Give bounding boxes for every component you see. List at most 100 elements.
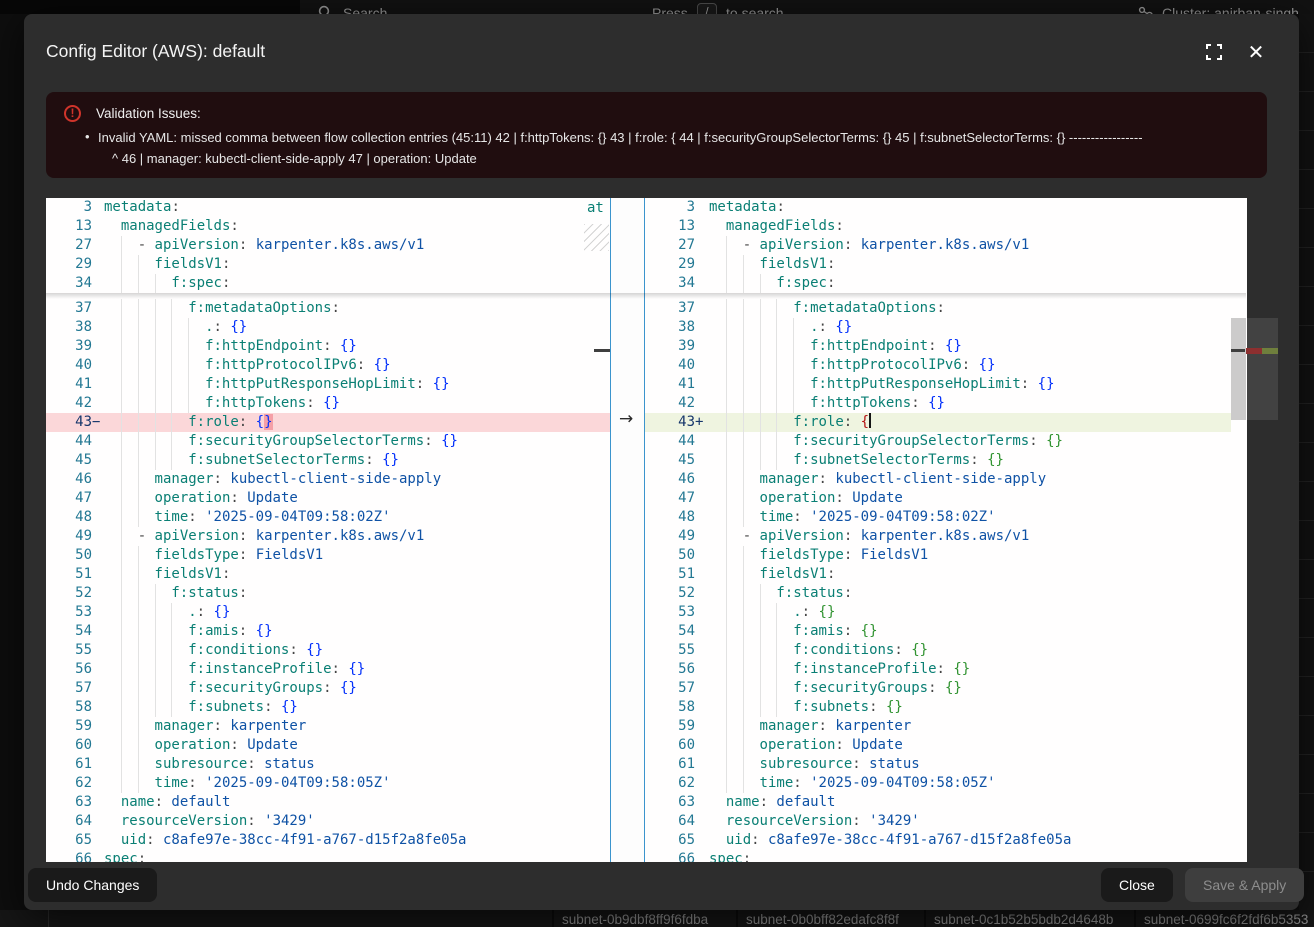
code-line-39[interactable]: 39f:httpEndpoint: {} xyxy=(46,337,610,356)
revert-arrow-icon[interactable]: → xyxy=(619,409,633,429)
code-line-62[interactable]: 62time: '2025-09-04T09:58:05Z' xyxy=(645,774,1231,793)
code-line-54[interactable]: 54f:amis: {} xyxy=(645,622,1231,641)
editor-scrollbar-slider[interactable] xyxy=(1231,318,1246,420)
code-line-63[interactable]: 63name: default xyxy=(645,793,1231,812)
slash-key-badge: / xyxy=(697,3,717,14)
code-line-56[interactable]: 56f:instanceProfile: {} xyxy=(645,660,1231,679)
code-line-51[interactable]: 51fieldsV1: xyxy=(46,565,610,584)
code-line-63[interactable]: 63name: default xyxy=(46,793,610,812)
code-line-57[interactable]: 57f:securityGroups: {} xyxy=(645,679,1231,698)
code-line-38[interactable]: 38.: {} xyxy=(46,318,610,337)
code-line-44[interactable]: 44f:securityGroupSelectorTerms: {} xyxy=(46,432,610,451)
code-line-29[interactable]: 29fieldsV1: xyxy=(645,255,1231,274)
code-line-48[interactable]: 48time: '2025-09-04T09:58:02Z' xyxy=(645,508,1231,527)
code-line-37[interactable]: 37f:metadataOptions: xyxy=(46,299,610,318)
validation-message-line2: ^ 46 | manager: kubectl-client-side-appl… xyxy=(112,151,477,166)
original-editor-pane[interactable]: 37f:metadataOptions:38.: {}39f:httpEndpo… xyxy=(46,198,610,862)
code-line-59[interactable]: 59manager: karpenter xyxy=(645,717,1231,736)
code-line-27[interactable]: 27- apiVersion: karpenter.k8s.aws/v1 xyxy=(46,236,610,255)
original-code[interactable]: 37f:metadataOptions:38.: {}39f:httpEndpo… xyxy=(46,299,610,862)
code-line-49[interactable]: 49- apiVersion: karpenter.k8s.aws/v1 xyxy=(645,527,1231,546)
cell-divider xyxy=(924,910,926,927)
modified-sticky-scroll[interactable]: 3metadata:13managedFields:27- apiVersion… xyxy=(645,198,1231,293)
to-search-label: to search xyxy=(726,5,784,14)
code-line-55[interactable]: 55f:conditions: {} xyxy=(46,641,610,660)
undo-changes-button[interactable]: Undo Changes xyxy=(28,868,157,902)
code-line-13[interactable]: 13managedFields: xyxy=(645,217,1231,236)
code-line-52[interactable]: 52f:status: xyxy=(46,584,610,603)
overview-viewport-indicator xyxy=(1246,318,1278,420)
code-line-52[interactable]: 52f:status: xyxy=(645,584,1231,603)
code-line-34[interactable]: 34f:spec: xyxy=(645,274,1231,293)
subnet-cell: subnet-0b9dbf8ff9f6fdba xyxy=(562,912,708,927)
code-line-64[interactable]: 64resourceVersion: '3429' xyxy=(46,812,610,831)
code-line-51[interactable]: 51fieldsV1: xyxy=(645,565,1231,584)
code-line-43[interactable]: 43+f:role: { xyxy=(645,413,1231,432)
code-line-59[interactable]: 59manager: karpenter xyxy=(46,717,610,736)
editor-scrollbar-track[interactable] xyxy=(1231,198,1247,862)
code-line-62[interactable]: 62time: '2025-09-04T09:58:05Z' xyxy=(46,774,610,793)
code-line-41[interactable]: 41f:httpPutResponseHopLimit: {} xyxy=(645,375,1231,394)
code-line-66[interactable]: 66spec: xyxy=(645,850,1231,862)
dialog-title: Config Editor (AWS): default xyxy=(46,41,265,62)
code-line-58[interactable]: 58f:subnets: {} xyxy=(46,698,610,717)
code-line-57[interactable]: 57f:securityGroups: {} xyxy=(46,679,610,698)
code-line-64[interactable]: 64resourceVersion: '3429' xyxy=(645,812,1231,831)
background-table-strip: subnet-0b9dbf8ff9f6fdba subnet-0b0bff82e… xyxy=(0,910,1314,927)
code-line-37[interactable]: 37f:metadataOptions: xyxy=(645,299,1231,318)
code-line-34[interactable]: 34f:spec: xyxy=(46,274,610,293)
code-line-61[interactable]: 61subresource: status xyxy=(645,755,1231,774)
code-line-60[interactable]: 60operation: Update xyxy=(46,736,610,755)
subnet-cell: subnet-0b0bff82edafc8f8f xyxy=(746,912,899,927)
code-line-29[interactable]: 29fieldsV1: xyxy=(46,255,610,274)
code-line-53[interactable]: 53.: {} xyxy=(46,603,610,622)
code-line-42[interactable]: 42f:httpTokens: {} xyxy=(46,394,610,413)
code-line-56[interactable]: 56f:instanceProfile: {} xyxy=(46,660,610,679)
save-apply-button[interactable]: Save & Apply xyxy=(1185,868,1304,902)
code-line-50[interactable]: 50fieldsType: FieldsV1 xyxy=(46,546,610,565)
code-line-65[interactable]: 65uid: c8afe97e-38cc-4f91-a767-d15f2a8fe… xyxy=(645,831,1231,850)
code-line-41[interactable]: 41f:httpPutResponseHopLimit: {} xyxy=(46,375,610,394)
close-button[interactable]: Close xyxy=(1101,868,1173,902)
code-line-44[interactable]: 44f:securityGroupSelectorTerms: {} xyxy=(645,432,1231,451)
code-line-47[interactable]: 47operation: Update xyxy=(46,489,610,508)
code-line-43[interactable]: 43−f:role: {} xyxy=(46,413,610,432)
background-table-column xyxy=(1299,14,1314,910)
code-line-39[interactable]: 39f:httpEndpoint: {} xyxy=(645,337,1231,356)
search-input: Search xyxy=(343,5,387,14)
code-line-66[interactable]: 66spec: xyxy=(46,850,610,862)
validation-heading: Validation Issues: xyxy=(96,106,201,121)
code-line-61[interactable]: 61subresource: status xyxy=(46,755,610,774)
code-line-54[interactable]: 54f:amis: {} xyxy=(46,622,610,641)
screen: Search Press / to search Cluster: anirba… xyxy=(0,0,1314,927)
code-line-27[interactable]: 27- apiVersion: karpenter.k8s.aws/v1 xyxy=(645,236,1231,255)
code-line-46[interactable]: 46manager: kubectl-client-side-apply xyxy=(645,470,1231,489)
original-sticky-scroll[interactable]: 3metadata:13managedFields:27- apiVersion… xyxy=(46,198,610,293)
close-icon[interactable]: ✕ xyxy=(1244,41,1268,65)
fullscreen-icon[interactable] xyxy=(1204,42,1226,64)
modified-editor-pane[interactable]: 37f:metadataOptions:38.: {}39f:httpEndpo… xyxy=(645,198,1231,862)
code-line-3[interactable]: 3metadata: xyxy=(46,198,610,217)
code-line-60[interactable]: 60operation: Update xyxy=(645,736,1231,755)
code-line-53[interactable]: 53.: {} xyxy=(645,603,1231,622)
code-line-55[interactable]: 55f:conditions: {} xyxy=(645,641,1231,660)
code-line-42[interactable]: 42f:httpTokens: {} xyxy=(645,394,1231,413)
code-line-50[interactable]: 50fieldsType: FieldsV1 xyxy=(645,546,1231,565)
code-line-48[interactable]: 48time: '2025-09-04T09:58:02Z' xyxy=(46,508,610,527)
code-line-45[interactable]: 45f:subnetSelectorTerms: {} xyxy=(645,451,1231,470)
code-line-40[interactable]: 40f:httpProtocolIPv6: {} xyxy=(46,356,610,375)
code-line-3[interactable]: 3metadata: xyxy=(645,198,1231,217)
code-line-13[interactable]: 13managedFields: xyxy=(46,217,610,236)
code-line-58[interactable]: 58f:subnets: {} xyxy=(645,698,1231,717)
code-line-49[interactable]: 49- apiVersion: karpenter.k8s.aws/v1 xyxy=(46,527,610,546)
overview-mark-left xyxy=(594,349,610,352)
code-line-65[interactable]: 65uid: c8afe97e-38cc-4f91-a767-d15f2a8fe… xyxy=(46,831,610,850)
code-line-47[interactable]: 47operation: Update xyxy=(645,489,1231,508)
diff-overview-ruler[interactable] xyxy=(1247,198,1286,862)
code-line-40[interactable]: 40f:httpProtocolIPv6: {} xyxy=(645,356,1231,375)
code-line-38[interactable]: 38.: {} xyxy=(645,318,1231,337)
code-line-46[interactable]: 46manager: kubectl-client-side-apply xyxy=(46,470,610,489)
code-line-45[interactable]: 45f:subnetSelectorTerms: {} xyxy=(46,451,610,470)
subnet-cell: subnet-0c1b52b5bdb2d4648b xyxy=(934,912,1113,927)
modified-code[interactable]: 37f:metadataOptions:38.: {}39f:httpEndpo… xyxy=(645,299,1231,862)
